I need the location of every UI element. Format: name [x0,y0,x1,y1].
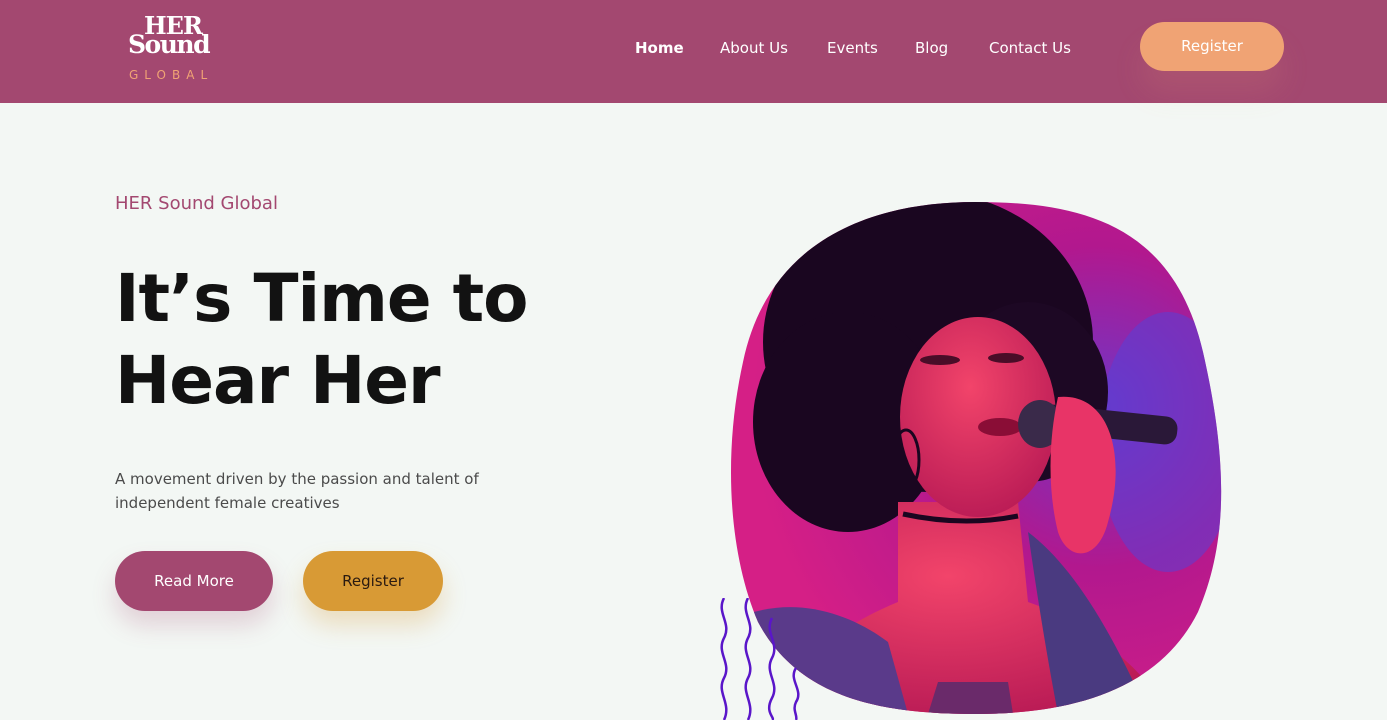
wavy-lines-icon [720,598,800,720]
hero-subtext: A movement driven by the passion and tal… [115,470,479,512]
logo-text-global: GLOBAL [129,68,214,82]
hero-headline-line2: Hear Her [115,342,441,419]
top-navbar: HER Sound GLOBAL Home About Us Events Bl… [0,0,1387,103]
nav-item-about-us[interactable]: About Us [720,38,788,58]
hero-eyebrow: HER Sound Global [115,193,278,214]
hero-headline-line1: It’s Time to [115,260,529,337]
nav-item-contact-us[interactable]: Contact Us [989,38,1071,58]
nav-item-home[interactable]: Home [635,38,684,58]
header-register-button[interactable]: Register [1140,22,1284,71]
hero-headline: It’s Time to Hear Her [115,258,635,422]
nav-item-events[interactable]: Events [827,38,878,58]
nav-item-blog[interactable]: Blog [915,38,948,58]
hero-register-button[interactable]: Register [303,551,443,611]
read-more-button[interactable]: Read More [115,551,273,611]
